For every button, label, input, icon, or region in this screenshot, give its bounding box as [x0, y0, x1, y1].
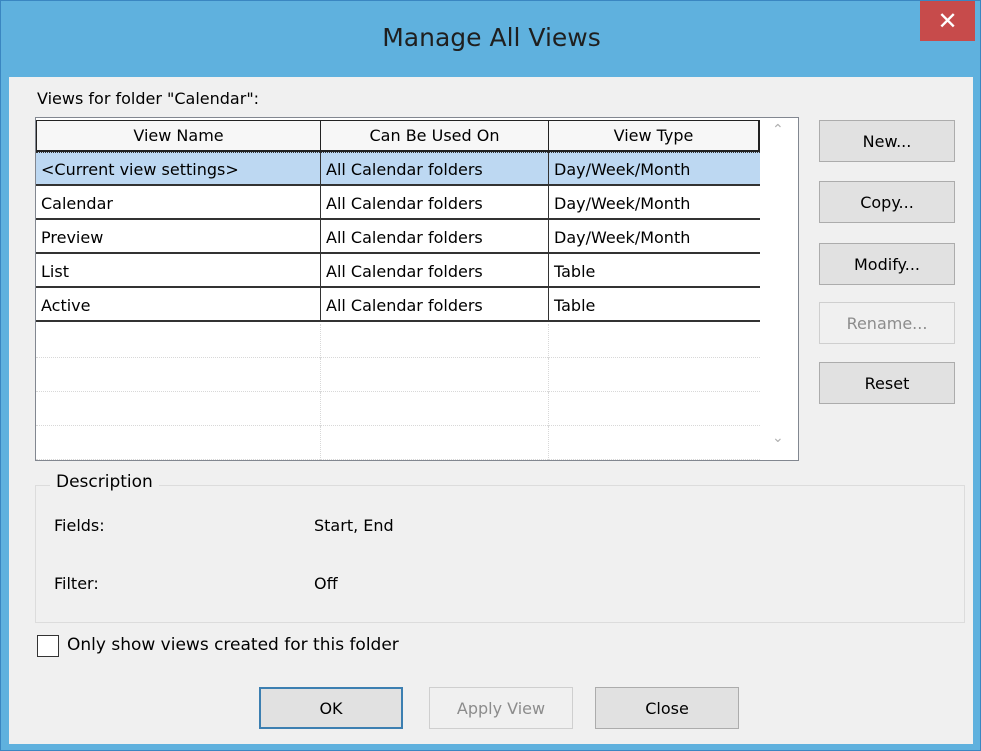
empty-row: [36, 392, 760, 426]
vertical-scrollbar[interactable]: ⌃ ⌄: [760, 118, 798, 460]
cell-view-type: Day/Week/Month: [548, 220, 760, 254]
apply-view-button[interactable]: Apply View: [429, 687, 573, 729]
cell-view-name: <Current view settings>: [36, 152, 320, 186]
title-bar: Manage All Views ✕: [1, 1, 981, 77]
dialog-window: Manage All Views ✕ Views for folder "Cal…: [0, 0, 981, 751]
empty-cell: [320, 358, 548, 392]
cell-view-type: Day/Week/Month: [548, 152, 760, 186]
fields-label: Fields:: [54, 516, 105, 535]
cell-view-name: Calendar: [41, 193, 113, 213]
scroll-up-icon[interactable]: ⌃: [772, 122, 784, 138]
empty-row: [36, 426, 760, 460]
empty-row: [36, 358, 760, 392]
empty-cell: [548, 426, 760, 460]
scroll-down-icon[interactable]: ⌄: [772, 430, 784, 446]
close-window-button[interactable]: ✕: [920, 1, 975, 41]
ok-button[interactable]: OK: [259, 687, 403, 729]
close-icon: ✕: [937, 7, 958, 35]
reset-button[interactable]: Reset: [819, 362, 955, 404]
filter-value: Off: [314, 574, 338, 593]
close-button[interactable]: Close: [595, 687, 739, 729]
column-header-view-name[interactable]: View Name: [36, 120, 322, 152]
empty-cell: [548, 358, 760, 392]
cell-can-be-used-on: All Calendar folders: [320, 254, 548, 288]
cell-can-be-used-on: All Calendar folders: [320, 186, 548, 220]
views-folder-label: Views for folder "Calendar":: [37, 89, 260, 108]
cell-can-be-used-on: All Calendar folders: [320, 152, 548, 186]
cell-view-type: Day/Week/Month: [548, 186, 760, 220]
cell-view-name: Active: [41, 295, 91, 315]
dialog-body: Views for folder "Calendar": View Name C…: [9, 77, 973, 744]
table-row[interactable]: List All Calendar folders Table: [36, 254, 760, 288]
views-table-inner: View Name Can Be Used On View Type <Curr…: [36, 118, 760, 460]
cell-can-be-used-on: All Calendar folders: [320, 288, 548, 322]
cell-view-name: List: [41, 261, 69, 281]
views-table: View Name Can Be Used On View Type <Curr…: [35, 117, 799, 461]
only-this-folder-checkbox[interactable]: [37, 635, 59, 657]
modify-button[interactable]: Modify...: [819, 243, 955, 285]
new-button[interactable]: New...: [819, 120, 955, 162]
empty-row: [36, 324, 760, 358]
fields-value: Start, End: [314, 516, 394, 535]
empty-cell: [548, 324, 760, 358]
table-row[interactable]: Preview All Calendar folders Day/Week/Mo…: [36, 220, 760, 254]
cell-can-be-used-on: All Calendar folders: [320, 220, 548, 254]
empty-cell: [320, 426, 548, 460]
column-header-view-type[interactable]: View Type: [548, 120, 760, 152]
filter-label: Filter:: [54, 574, 99, 593]
copy-button[interactable]: Copy...: [819, 181, 955, 223]
column-header-can-be-used-on[interactable]: Can Be Used On: [320, 120, 550, 152]
empty-cell: [548, 392, 760, 426]
empty-cell: [320, 324, 548, 358]
rename-button[interactable]: Rename...: [819, 302, 955, 344]
description-group: Description Fields: Start, End Filter: O…: [35, 472, 965, 623]
empty-cell: [320, 392, 548, 426]
table-row[interactable]: <Current view settings> All Calendar fol…: [36, 152, 760, 186]
only-this-folder-label[interactable]: Only show views created for this folder: [67, 635, 399, 655]
cell-view-type: Table: [548, 288, 760, 322]
dialog-title: Manage All Views: [382, 23, 601, 52]
cell-view-type: Table: [548, 254, 760, 288]
table-row[interactable]: Calendar All Calendar folders Day/Week/M…: [36, 186, 760, 220]
cell-view-name: Preview: [41, 227, 104, 247]
description-legend: Description: [50, 472, 159, 492]
table-row[interactable]: Active All Calendar folders Table: [36, 288, 760, 322]
